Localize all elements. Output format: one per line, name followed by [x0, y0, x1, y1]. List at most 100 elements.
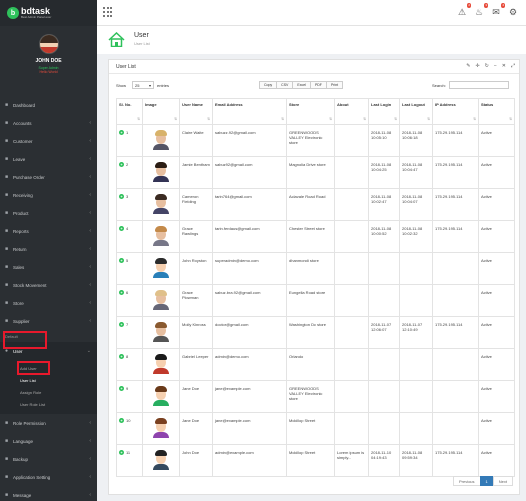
column-header[interactable]: About ⇅ [334, 98, 369, 125]
entries-select[interactable]: 25 ▾ [132, 81, 154, 89]
page-1-button[interactable]: 1 [479, 476, 494, 486]
table-row[interactable]: +6 Grace Plowman sabuz.bra.92@gmail.com Eun… [116, 284, 515, 317]
chevron-left-icon: ‹ [89, 246, 91, 252]
cell-login: 2018-11-08 10:05:10 [368, 124, 400, 157]
cell-name: Jamie Bentham [179, 156, 213, 189]
cell-sl-value: 9 [126, 386, 129, 391]
table-row[interactable]: +7 Molly Kinross doctor@gmail.com Washingto… [116, 316, 515, 349]
sidebar: b bdtask Best Admin Panel ever JOHN DOE … [0, 0, 97, 501]
expand-row-icon[interactable]: + [119, 322, 124, 328]
column-header[interactable]: Store ⇅ [286, 98, 335, 125]
expand-row-icon[interactable]: + [119, 194, 124, 200]
column-header[interactable]: Image ⇅ [142, 98, 180, 125]
expand-row-icon[interactable]: + [119, 386, 124, 392]
expand-row-icon[interactable]: + [119, 162, 124, 168]
table-row[interactable]: +8 Gabriel Leeper admin@demo.com Orlando Act… [116, 348, 515, 381]
sub-item-user-list[interactable]: User List [0, 374, 97, 386]
table-row[interactable]: +11 John Doe admin@example.com Mckillop Str… [116, 444, 515, 477]
brand[interactable]: b bdtask Best Admin Panel ever [0, 0, 97, 26]
expand-row-icon[interactable]: + [119, 290, 124, 296]
sidebar-item-sales[interactable]: ■ Sales ‹ [0, 258, 97, 276]
mail-icon[interactable]: ✉ 4 [490, 3, 505, 18]
sub-item-assign-role[interactable]: Assign Role [0, 386, 97, 398]
apps-grid-icon[interactable] [103, 7, 113, 17]
sidebar-item-role-permission[interactable]: ■ Role Permission ‹ [0, 414, 97, 432]
column-header[interactable]: Last Login ⇅ [368, 98, 400, 125]
pdf-button[interactable]: PDF [309, 81, 327, 89]
sidebar-item-label: Role Permission [13, 420, 46, 426]
move-icon[interactable]: ✛ [475, 63, 479, 69]
sort-icon: ⇅ [363, 117, 366, 121]
supplier-icon: ■ [5, 318, 9, 324]
copy-button[interactable]: Copy [259, 81, 278, 89]
column-header[interactable]: Last Logout ⇅ [399, 98, 433, 125]
expand-row-icon[interactable]: + [119, 226, 124, 232]
sidebar-item-application-setting[interactable]: ■ Application Setting ‹ [0, 468, 97, 486]
table-row[interactable]: +5 John Royston superadmin@demo.com dhanmon… [116, 252, 515, 285]
search-input[interactable] [449, 81, 509, 89]
sidebar-item-language[interactable]: ■ Language ‹ [0, 432, 97, 450]
sub-item-user-role-list[interactable]: User Role List [0, 398, 97, 410]
pagination: Previous 1 Next [452, 476, 513, 486]
column-header[interactable]: User Name ⇅ [179, 98, 213, 125]
table-row[interactable]: +3 Cameron Fielding tarin764@gmail.com Acla… [116, 188, 515, 221]
minimize-icon[interactable]: − [494, 63, 497, 69]
sidebar-item-return[interactable]: ■ Return ‹ [0, 240, 97, 258]
close-icon[interactable]: ✕ [502, 63, 506, 69]
sidebar-item-message[interactable]: ■ Message ‹ [0, 486, 97, 501]
cell-image [142, 124, 180, 157]
cell-ip: 175.29.195.114 [432, 156, 479, 189]
print-button[interactable]: Print [325, 81, 344, 89]
table-row[interactable]: +10 Jane Doe jane@example.com Mckillop Stre… [116, 412, 515, 445]
column-header[interactable]: IP Address ⇅ [432, 98, 479, 125]
sidebar-item-reports[interactable]: ■ Reports ‹ [0, 222, 97, 240]
expand-row-icon[interactable]: + [119, 418, 124, 424]
next-button[interactable]: Next [492, 476, 513, 486]
cell-status: Active [478, 412, 515, 445]
csv-button[interactable]: CSV [276, 81, 294, 89]
column-header[interactable]: Status ⇅ [478, 98, 515, 125]
cell-ip: 175.29.195.114 [432, 188, 479, 221]
column-header[interactable]: Email Address ⇅ [212, 98, 287, 125]
chevron-left-icon: ‹ [89, 318, 91, 324]
sidebar-item-backup[interactable]: ■ Backup ‹ [0, 450, 97, 468]
table-row[interactable]: +4 Grace Rawlings tarin.ferdaus@gmail.com C… [116, 220, 515, 253]
expand-icon[interactable]: ⤢ [511, 63, 515, 69]
expand-row-icon[interactable]: + [119, 354, 124, 360]
chevron-left-icon: ‹ [89, 174, 91, 180]
cell-store: GREENWOODS VALLEY Electronic store [286, 380, 335, 413]
settings-icon: ■ [5, 474, 9, 480]
cell-sl: +5 [116, 252, 143, 285]
expand-row-icon[interactable]: + [119, 258, 124, 264]
sidebar-item-store[interactable]: ■ Store ‹ [0, 294, 97, 312]
expand-row-icon[interactable]: + [119, 450, 124, 456]
bell-icon[interactable]: ♨ 3 [473, 3, 488, 18]
edit-icon[interactable]: ✎ [466, 63, 470, 69]
sidebar-item-supplier[interactable]: ■ Supplier ‹ [0, 312, 97, 330]
expand-row-icon[interactable]: + [119, 130, 124, 136]
refresh-icon[interactable]: ↻ [485, 63, 489, 69]
cell-store: GREENWOODS VALLEY Electronic store [286, 124, 335, 157]
sidebar-item-dashboard[interactable]: ■ Dashboard [0, 96, 97, 114]
table-row[interactable]: +9 Jane Doe jane@example.com GREENWOODS VAL… [116, 380, 515, 413]
sidebar-item-label: Dashboard [13, 102, 36, 108]
cell-status: Active [478, 124, 515, 157]
sidebar-item-purchase-order[interactable]: ■ Purchase Order ‹ [0, 168, 97, 186]
sidebar-item-receiving[interactable]: ■ Receiving ‹ [0, 186, 97, 204]
previous-button[interactable]: Previous [452, 476, 481, 486]
table-row[interactable]: +2 Jamie Bentham sabuz92@gmail.com Magnolia… [116, 156, 515, 189]
sidebar-item-customer[interactable]: ■ Customer ‹ [0, 132, 97, 150]
sidebar-item-product[interactable]: ■ Product ‹ [0, 204, 97, 222]
sidebar-item-accounts[interactable]: ■ Accounts ‹ [0, 114, 97, 132]
sidebar-item-stock-movement[interactable]: ■ Stock Movement ‹ [0, 276, 97, 294]
cell-sl-value: 11 [126, 450, 131, 455]
gear-icon[interactable]: ⚙ [507, 6, 519, 18]
cell-image [142, 316, 180, 349]
alert-icon[interactable]: ⚠ 2 [456, 3, 471, 18]
table-row[interactable]: +1 Claire Waite sabuzz.92@gmail.com GREENWO… [116, 124, 515, 157]
excel-button[interactable]: Excel [292, 81, 311, 89]
column-header[interactable]: Sl. No. ⇅ [116, 98, 143, 125]
sidebar-item-leave[interactable]: ■ Leave ‹ [0, 150, 97, 168]
avatar[interactable] [38, 34, 59, 54]
cell-name: Jane Doe [179, 412, 213, 445]
